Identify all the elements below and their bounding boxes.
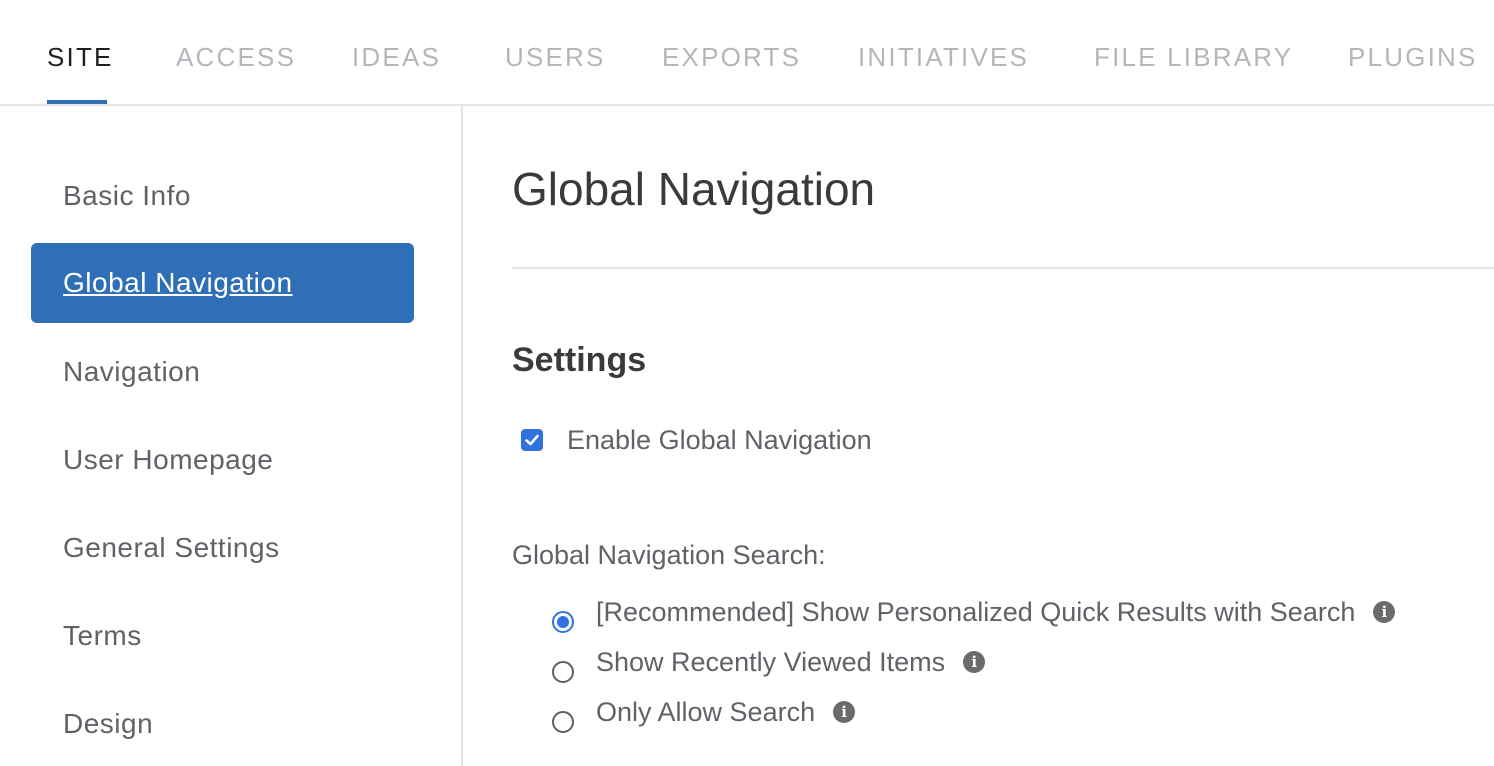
search-option-personalized-radio[interactable] xyxy=(552,611,574,633)
section-title-settings: Settings xyxy=(512,341,647,379)
tab-ideas[interactable]: IDEAS xyxy=(352,42,441,72)
enable-global-navigation-row: Enable Global Navigation xyxy=(521,424,872,456)
settings-sidebar: Basic Info Global Navigation Navigation … xyxy=(0,106,463,766)
tab-file-library[interactable]: FILE LIBRARY xyxy=(1094,42,1293,72)
active-tab-indicator xyxy=(47,100,107,104)
checkmark-icon xyxy=(525,434,539,446)
sidebar-item-navigation[interactable]: Navigation xyxy=(31,332,414,412)
tab-plugins[interactable]: PLUGINS xyxy=(1348,42,1478,72)
search-option-recently-viewed-radio[interactable] xyxy=(552,661,574,683)
sidebar-item-general-settings[interactable]: General Settings xyxy=(31,508,414,588)
enable-global-navigation-checkbox[interactable] xyxy=(521,429,543,451)
search-option-only-search-row: Only Allow Search i xyxy=(552,696,856,733)
tab-exports[interactable]: EXPORTS xyxy=(662,42,801,72)
info-icon[interactable]: i xyxy=(1373,601,1396,623)
sidebar-item-user-homepage[interactable]: User Homepage xyxy=(31,420,414,500)
tab-users[interactable]: USERS xyxy=(505,42,606,72)
search-option-only-search-label[interactable]: Only Allow Search xyxy=(596,697,815,728)
sidebar-item-terms[interactable]: Terms xyxy=(31,596,414,676)
search-option-only-search-radio[interactable] xyxy=(552,711,574,733)
top-tab-bar: SITE ACCESS IDEAS USERS EXPORTS INITIATI… xyxy=(0,0,1494,106)
enable-global-navigation-label[interactable]: Enable Global Navigation xyxy=(567,425,872,456)
main-content: Global Navigation Settings Enable Global… xyxy=(465,106,1494,766)
sidebar-item-basic-info[interactable]: Basic Info xyxy=(31,156,414,236)
global-navigation-search-label: Global Navigation Search: xyxy=(512,540,826,570)
info-icon[interactable]: i xyxy=(833,701,856,723)
search-option-recently-viewed-label[interactable]: Show Recently Viewed Items xyxy=(596,647,945,678)
search-option-personalized-row: [Recommended] Show Personalized Quick Re… xyxy=(552,596,1396,633)
sidebar-item-design[interactable]: Design xyxy=(31,684,414,764)
search-option-recently-viewed-row: Show Recently Viewed Items i xyxy=(552,646,986,683)
search-option-personalized-label[interactable]: [Recommended] Show Personalized Quick Re… xyxy=(596,597,1355,628)
tab-site[interactable]: SITE xyxy=(47,42,114,72)
title-divider xyxy=(512,267,1494,269)
sidebar-item-global-navigation[interactable]: Global Navigation xyxy=(31,243,414,323)
tab-initiatives[interactable]: INITIATIVES xyxy=(858,42,1029,72)
info-icon[interactable]: i xyxy=(963,651,986,673)
tab-access[interactable]: ACCESS xyxy=(176,42,296,72)
page-title: Global Navigation xyxy=(512,163,876,215)
